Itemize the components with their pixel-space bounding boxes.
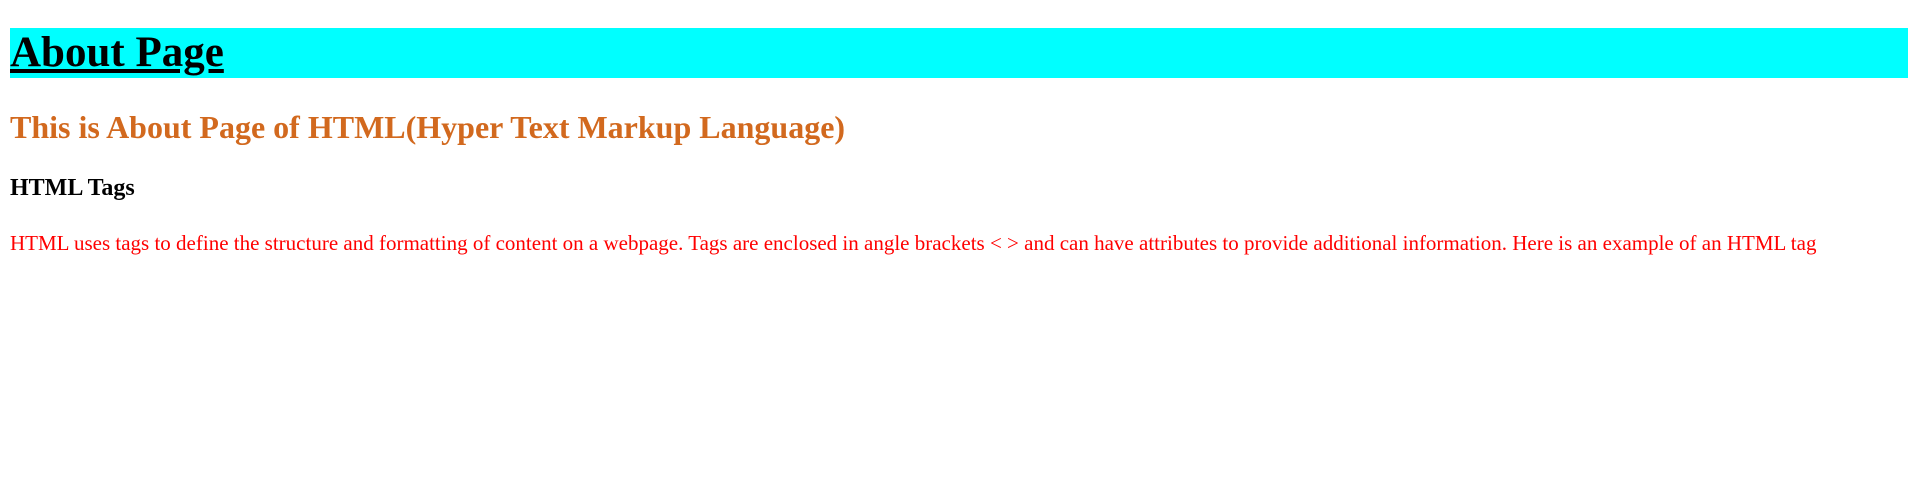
section-heading-html-tags: HTML Tags bbox=[10, 175, 135, 201]
page-title: About Page bbox=[10, 28, 1908, 78]
html-tags-paragraph: HTML uses tags to define the structure a… bbox=[10, 231, 1817, 255]
page-subtitle: This is About Page of HTML(Hyper Text Ma… bbox=[10, 109, 846, 145]
